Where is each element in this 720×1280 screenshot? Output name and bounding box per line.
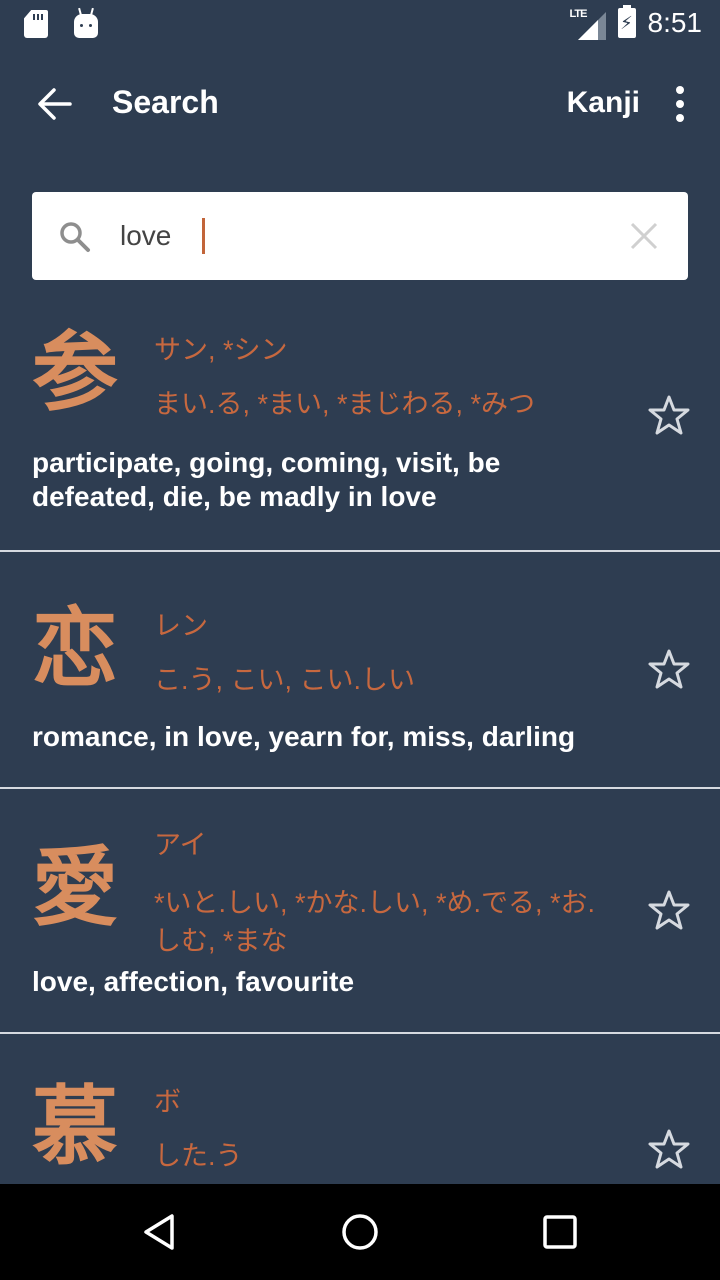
lte-signal-icon: LTE: [570, 6, 606, 40]
kanji-character: 愛: [32, 840, 118, 936]
result-item[interactable]: 参 サン, *シン まい.る, *まい, *まじわる, *みつ particip…: [0, 300, 720, 552]
star-icon[interactable]: [648, 648, 690, 690]
on-reading: レン: [154, 611, 208, 641]
kun-reading: した.う: [154, 1141, 243, 1171]
android-bot-icon: [74, 7, 98, 38]
more-options-button[interactable]: [670, 86, 690, 122]
close-icon[interactable]: [628, 220, 660, 252]
search-input[interactable]: [120, 216, 600, 256]
nav-back-icon[interactable]: [140, 1212, 180, 1252]
result-item[interactable]: 愛 アイ *いと.しい, *かな.しい, *め.でる, *お.しむ, *まな l…: [0, 789, 720, 1034]
kun-reading: まい.る, *まい, *まじわる, *みつ: [154, 389, 536, 419]
status-bar: LTE ⚡ 8:51: [0, 0, 720, 50]
meaning: participate, going, coming, visit, be de…: [32, 447, 501, 512]
kun-reading: *いと.しい, *かな.しい, *め.でる, *お.しむ, *まな: [154, 888, 596, 956]
meaning: love, affection, favourite: [32, 966, 355, 997]
kanji-character: 慕: [32, 1079, 118, 1175]
page-title: Search: [112, 84, 219, 120]
text-caret: [202, 218, 205, 254]
star-icon[interactable]: [648, 889, 690, 931]
app-bar: Search Kanji: [0, 50, 720, 160]
result-item[interactable]: 恋 レン こ.う, こい, こい.しい romance, in love, ye…: [0, 552, 720, 789]
results-list: 参 サン, *シン まい.る, *まい, *まじわる, *みつ particip…: [0, 300, 720, 1234]
search-box: [32, 192, 688, 280]
more-vert-icon: [676, 86, 684, 94]
search-icon: [60, 222, 90, 252]
meaning: romance, in love, yearn for, miss, darli…: [32, 721, 576, 752]
kun-reading: こ.う, こい, こい.しい: [154, 665, 416, 695]
nav-recents-icon[interactable]: [540, 1212, 580, 1252]
kanji-character: 恋: [32, 601, 118, 697]
battery-charging-icon: ⚡: [617, 5, 636, 38]
sd-card-icon: [24, 10, 48, 38]
navigation-bar: [0, 1184, 720, 1280]
star-icon[interactable]: [648, 1128, 690, 1170]
on-reading: アイ: [154, 830, 207, 860]
kanji-mode-button[interactable]: Kanji: [567, 86, 640, 120]
on-reading: サン, *シン: [154, 335, 288, 365]
clock: 8:51: [647, 7, 703, 38]
on-reading: ボ: [154, 1087, 181, 1117]
star-icon[interactable]: [648, 394, 690, 436]
back-button[interactable]: [34, 82, 78, 126]
nav-home-icon[interactable]: [340, 1212, 380, 1252]
kanji-character: 参: [32, 325, 118, 421]
arrow-left-icon: [38, 88, 72, 120]
